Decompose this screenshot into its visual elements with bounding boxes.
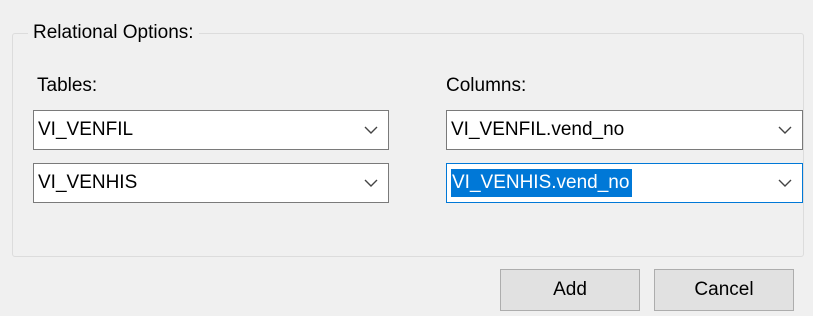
chevron-down-icon[interactable] xyxy=(364,177,378,189)
table-select-2[interactable]: VI_VENHIS xyxy=(33,163,389,203)
chevron-down-icon[interactable] xyxy=(364,124,378,136)
table-select-1-value: VI_VENFIL xyxy=(38,119,134,140)
chevron-down-icon[interactable] xyxy=(778,124,792,136)
columns-label: Columns: xyxy=(446,75,527,96)
column-select-1-value: VI_VENFIL.vend_no xyxy=(451,119,625,140)
add-button[interactable]: Add xyxy=(500,269,640,311)
column-select-2[interactable]: VI_VENHIS.vend_no xyxy=(446,163,803,203)
cancel-button[interactable]: Cancel xyxy=(654,269,794,311)
column-select-1[interactable]: VI_VENFIL.vend_no xyxy=(446,110,803,150)
tables-label: Tables: xyxy=(37,75,98,96)
table-select-1[interactable]: VI_VENFIL xyxy=(33,110,389,150)
column-select-2-value: VI_VENHIS.vend_no xyxy=(451,169,633,197)
chevron-down-icon[interactable] xyxy=(778,177,792,189)
relational-options-title: Relational Options: xyxy=(28,22,199,44)
table-select-2-value: VI_VENHIS xyxy=(38,172,138,193)
